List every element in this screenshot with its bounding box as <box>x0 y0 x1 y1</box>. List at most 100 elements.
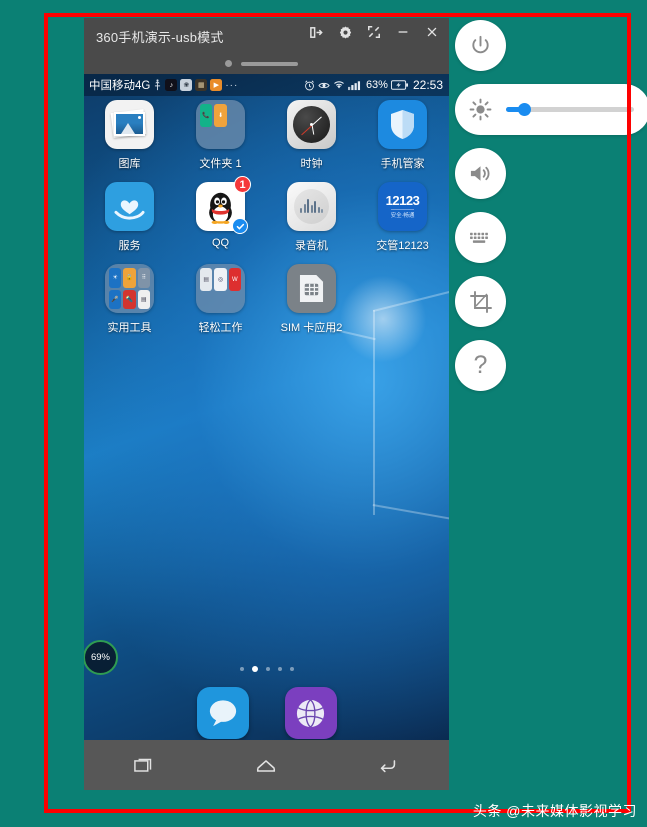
window-titlebar[interactable]: 360手机演示-usb模式 <box>84 18 449 52</box>
brightness-track[interactable] <box>506 103 634 116</box>
battery-charging-icon <box>390 80 408 90</box>
app-label: SIM 卡应用2 <box>280 322 343 334</box>
folder-icon: ☀ 🔒 ⠿ 🎤 🔦 ▤ <box>105 264 154 313</box>
app-toolbar <box>84 740 449 790</box>
page-dot[interactable] <box>265 667 270 671</box>
media-player-icon: ▶ <box>210 79 223 91</box>
app-row: 图库 📞 ⬇ 文件夹 1 时钟 手机管家 <box>84 100 449 171</box>
empty-mini-slot <box>214 129 226 145</box>
window-title: 360手机演示-usb模式 <box>96 30 224 45</box>
carrier-label: 中国移动4G <box>89 80 151 92</box>
dock <box>84 687 449 739</box>
app-empty-slot <box>357 264 448 335</box>
help-icon[interactable]: ? <box>455 340 506 391</box>
app-phone-manager[interactable]: 手机管家 <box>357 100 448 171</box>
gallery-icon <box>105 100 154 149</box>
clock-icon <box>287 100 336 149</box>
minimize-icon[interactable] <box>395 24 411 40</box>
eye-comfort-icon <box>318 80 330 91</box>
page-dot-active[interactable] <box>251 666 258 672</box>
sim-card-icon <box>287 264 336 313</box>
traffic-icon-subtext: 安全·畅通 <box>390 208 415 219</box>
app-label: 轻松工作 <box>198 322 243 334</box>
window-drag-handle[interactable] <box>84 52 449 74</box>
brightness-mini-icon: ☀ <box>109 268 122 288</box>
battery-percent-label: 63% <box>365 79 388 91</box>
app-services[interactable]: 服务 <box>84 182 175 253</box>
volume-icon[interactable] <box>455 148 506 199</box>
calc-mini-icon: ⠿ <box>137 268 150 288</box>
mic-mini-icon: 🎤 <box>109 289 122 309</box>
statusbar-left: 中国移动4G ♪ ❀ ▦ ▶ ··· <box>84 77 238 93</box>
app-traffic-12123[interactable]: 12123 安全·畅通 交管12123 <box>357 182 448 253</box>
app-label: 手机管家 <box>380 158 425 170</box>
fullscreen-icon[interactable] <box>366 24 382 40</box>
flashlight-mini-icon: 🔦 <box>123 289 136 309</box>
recents-icon[interactable] <box>120 749 170 781</box>
app-work-folder[interactable]: ▤ ◎ W 轻松工作 <box>175 264 266 335</box>
page-dot[interactable] <box>289 667 294 671</box>
app-gallery[interactable]: 图库 <box>84 100 175 171</box>
close-icon[interactable] <box>424 24 440 40</box>
traffic-12123-icon: 12123 安全·畅通 <box>378 182 427 231</box>
folder-icon: 📞 ⬇ <box>196 100 245 149</box>
window-controls <box>308 24 440 40</box>
douyin-icon: ♪ <box>165 79 178 91</box>
app-row: ☀ 🔒 ⠿ 🎤 🔦 ▤ 实用工具 ▤ ◎ W 轻松工作 SIM 卡应用2 <box>84 264 449 335</box>
app-recorder[interactable]: 录音机 <box>266 182 357 253</box>
app-clock[interactable]: 时钟 <box>266 100 357 171</box>
app-label: 交管12123 <box>376 240 429 252</box>
battery-widget[interactable]: 69% <box>84 640 118 675</box>
back-icon[interactable] <box>363 749 413 781</box>
wechat-icon: ❀ <box>180 79 193 91</box>
note-mini-icon: ▤ <box>200 268 213 291</box>
alarm-icon <box>304 79 315 91</box>
page-dot[interactable] <box>239 667 244 671</box>
empty-mini-slot <box>214 293 226 309</box>
app-sim-card-2[interactable]: SIM 卡应用2 <box>266 264 357 335</box>
signal-icon <box>347 80 362 91</box>
browser-globe-icon[interactable] <box>284 687 337 739</box>
app-folder-1[interactable]: 📞 ⬇ 文件夹 1 <box>175 100 266 171</box>
app-label: 服务 <box>118 240 141 252</box>
app-grid: 图库 📞 ⬇ 文件夹 1 时钟 手机管家 服务 1 QQ 录音机 12123 安… <box>84 100 449 346</box>
empty-mini-slot <box>229 104 241 127</box>
browser-mini-icon: ◎ <box>214 268 227 291</box>
wifi-icon <box>333 80 345 90</box>
brightness-slider-row[interactable] <box>455 84 647 135</box>
transfer-icon[interactable] <box>308 24 324 40</box>
handle-bar-icon <box>241 62 298 66</box>
messages-icon[interactable] <box>196 687 249 739</box>
screenshot-crop-icon[interactable] <box>455 276 506 327</box>
empty-mini-slot <box>200 129 212 145</box>
power-icon[interactable] <box>455 20 506 71</box>
phone-statusbar[interactable]: 中国移动4G ♪ ❀ ▦ ▶ ··· 63% 22:53 <box>84 74 449 96</box>
watermark: 头条 @未来媒体影视学习 <box>472 803 637 819</box>
usb-icon <box>153 79 162 91</box>
lock-mini-icon: 🔒 <box>123 268 136 288</box>
calendar-mini-icon: ▤ <box>137 289 150 309</box>
notification-badge: 1 <box>234 176 251 193</box>
page-indicator[interactable] <box>84 666 449 672</box>
brightness-knob[interactable] <box>517 103 531 116</box>
brightness-sun-icon <box>455 98 506 121</box>
app-qq[interactable]: 1 QQ <box>175 176 266 253</box>
page-dot[interactable] <box>277 667 282 671</box>
recorder-icon <box>287 182 336 231</box>
empty-mini-slot <box>200 293 212 309</box>
more-dots-icon: ··· <box>225 79 239 91</box>
app-utilities-folder[interactable]: ☀ 🔒 ⠿ 🎤 🔦 ▤ 实用工具 <box>84 264 175 335</box>
emulator-window: 360手机演示-usb模式 中国移动4G ♪ ❀ ▦ ▶ ··· 63% 22:… <box>84 18 449 790</box>
phone-mini-icon: 📞 <box>200 104 213 127</box>
traffic-icon-text: 12123 <box>385 192 420 208</box>
home-icon[interactable] <box>241 749 291 781</box>
app-row: 服务 1 QQ 录音机 12123 安全·畅通 交管12123 <box>84 176 449 253</box>
phone-screen[interactable]: 中国移动4G ♪ ❀ ▦ ▶ ··· 63% 22:53 图库 📞 ⬇ 文件夹 … <box>84 74 449 740</box>
app-label: QQ <box>211 237 230 249</box>
app-label: 文件夹 1 <box>199 158 242 170</box>
services-heart-icon <box>105 182 154 231</box>
control-sidebar: ? <box>455 20 647 404</box>
keyboard-icon[interactable] <box>455 212 506 263</box>
handle-dot-icon <box>225 60 232 67</box>
gear-icon[interactable] <box>337 24 353 40</box>
